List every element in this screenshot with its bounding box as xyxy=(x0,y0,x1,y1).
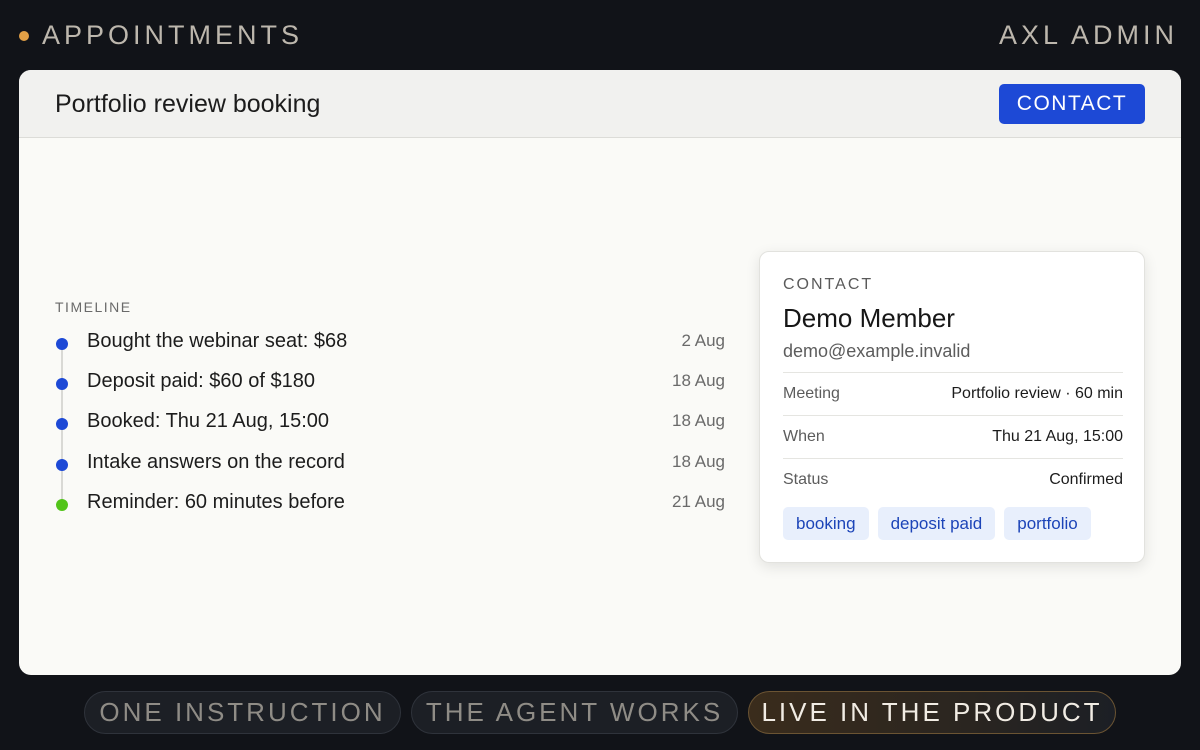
timeline-heading: TIMELINE xyxy=(55,299,132,315)
step-live-in-product[interactable]: LIVE IN THE PRODUCT xyxy=(748,691,1116,734)
timeline-item-text: Booked: Thu 21 Aug, 15:00 xyxy=(87,410,330,432)
contact-card: CONTACT Demo Member demo@example.invalid… xyxy=(759,251,1145,563)
page-title: Portfolio review booking xyxy=(55,90,321,118)
detail-key: When xyxy=(783,428,825,445)
timeline-item-date: 18 Aug xyxy=(672,371,725,390)
timeline-item-text: Deposit paid: $60 of $180 xyxy=(87,370,315,392)
brand-label: AXL ADMIN xyxy=(998,20,1178,50)
detail-value: Portfolio review · 60 min xyxy=(951,385,1123,402)
detail-key: Meeting xyxy=(783,385,840,402)
timeline-item: Intake answers on the record 18 Aug xyxy=(55,450,725,480)
tag-booking[interactable]: booking xyxy=(783,507,869,540)
timeline-item: Reminder: 60 minutes before 21 Aug xyxy=(55,490,725,520)
tag-list: booking deposit paid portfolio xyxy=(783,507,1091,540)
detail-row-when: When Thu 21 Aug, 15:00 xyxy=(783,415,1123,458)
contact-email[interactable]: demo@example.invalid xyxy=(783,341,970,362)
timeline-item: Deposit paid: $60 of $180 18 Aug xyxy=(55,369,725,399)
detail-row-status: Status Confirmed xyxy=(783,458,1123,501)
timeline-item: Bought the webinar seat: $68 2 Aug xyxy=(55,329,725,359)
timeline-item-text: Bought the webinar seat: $68 xyxy=(87,330,348,352)
step-agent-works[interactable]: THE AGENT WORKS xyxy=(411,691,738,734)
timeline-dot-icon xyxy=(56,378,68,390)
booking-panel: Portfolio review booking CONTACT TIMELIN… xyxy=(19,70,1181,675)
contact-button[interactable]: CONTACT xyxy=(999,84,1145,124)
tag-portfolio[interactable]: portfolio xyxy=(1004,507,1091,540)
top-bar: APPOINTMENTS AXL ADMIN xyxy=(0,0,1200,70)
timeline-item: Booked: Thu 21 Aug, 15:00 18 Aug xyxy=(55,409,725,439)
status-value: Confirmed xyxy=(1049,471,1123,488)
contact-card-heading: CONTACT xyxy=(783,276,874,293)
timeline-item-date: 18 Aug xyxy=(672,411,725,430)
detail-value: Thu 21 Aug, 15:00 xyxy=(992,428,1123,445)
tag-deposit-paid[interactable]: deposit paid xyxy=(877,507,996,540)
timeline-item-date: 2 Aug xyxy=(681,331,726,350)
contact-name: Demo Member xyxy=(783,303,955,333)
timeline-item-text: Intake answers on the record xyxy=(87,451,345,473)
status-dot-icon xyxy=(19,31,29,41)
timeline-dot-icon xyxy=(56,499,68,511)
timeline-item-text: Reminder: 60 minutes before xyxy=(87,491,345,513)
step-one-instruction[interactable]: ONE INSTRUCTION xyxy=(84,691,401,734)
timeline-dot-icon xyxy=(56,418,68,430)
timeline-dot-icon xyxy=(56,338,68,350)
section-title: APPOINTMENTS xyxy=(42,20,304,50)
detail-key: Status xyxy=(783,471,829,488)
timeline-item-date: 21 Aug xyxy=(672,492,725,511)
panel-header: Portfolio review booking CONTACT xyxy=(19,70,1181,138)
timeline-dot-icon xyxy=(56,459,68,471)
detail-row-meeting: Meeting Portfolio review · 60 min xyxy=(783,372,1123,415)
timeline-item-date: 18 Aug xyxy=(672,452,725,471)
